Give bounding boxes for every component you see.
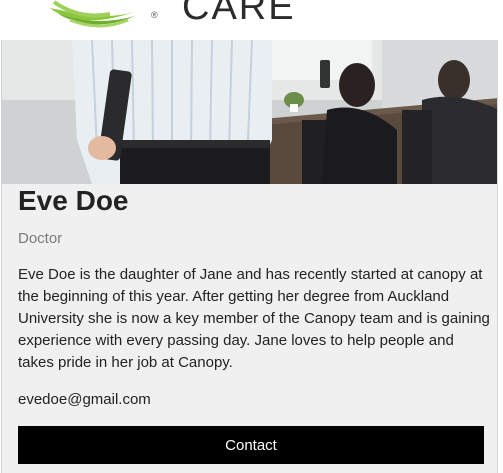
hero-photo — [2, 40, 499, 184]
profile-bio: Eve Doe is the daughter of Jane and has … — [18, 266, 490, 371]
window-edge — [497, 40, 503, 473]
site-header: ® CARE — [0, 0, 503, 40]
leaf-logo-icon — [43, 0, 147, 30]
profile-role: Doctor — [18, 230, 63, 247]
contact-button[interactable]: Contact — [18, 426, 484, 464]
profile-page: ® CARE Eve Doe Doctor Eve Doe is the dau… — [0, 0, 503, 473]
profile-name: Eve Doe — [18, 185, 129, 216]
registered-mark: ® — [151, 10, 158, 20]
profile-email[interactable]: evedoe@gmail.com — [18, 391, 151, 408]
logo-wordmark: CARE — [182, 0, 296, 28]
profile-card: Eve Doe Doctor Eve Doe is the daughter o… — [1, 40, 499, 473]
